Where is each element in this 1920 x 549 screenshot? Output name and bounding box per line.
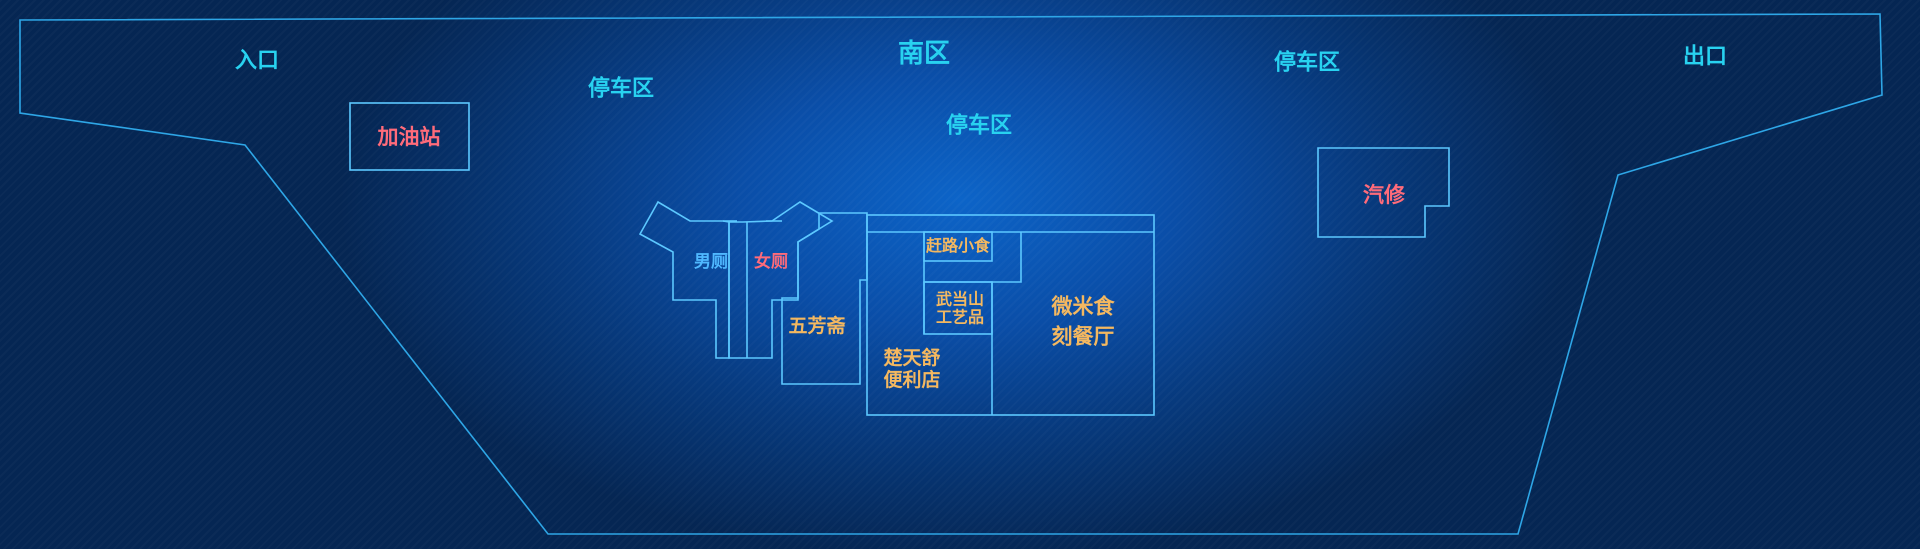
- wudang-crafts-line2: 工艺品: [935, 308, 985, 327]
- auto-repair-label[interactable]: 汽修: [1363, 183, 1405, 207]
- restaurant-label[interactable]: 微米食 刻餐厅: [1052, 292, 1115, 353]
- convenience-store-line2: 便利店: [883, 369, 941, 391]
- wudang-crafts-label[interactable]: 武当山 工艺品: [935, 289, 985, 328]
- wudang-crafts-line1: 武当山: [935, 289, 985, 309]
- wufangzhai-label[interactable]: 五芳斋: [788, 315, 845, 338]
- gas-station-label[interactable]: 加油站: [378, 125, 441, 149]
- site-boundary: [19, 13, 1883, 535]
- parking-center-label[interactable]: 停车区: [946, 113, 1012, 138]
- parking-right-label[interactable]: 停车区: [1274, 50, 1340, 75]
- south-area-label: 南区: [897, 39, 951, 70]
- entrance-label: 入口: [234, 48, 280, 74]
- restaurant-line2: 刻餐厅: [1051, 325, 1115, 349]
- map-outline-layer: [19, 13, 1883, 535]
- convenience-store-line1: 楚天舒: [883, 347, 941, 370]
- convenience-store-label[interactable]: 楚天舒 便利店: [883, 347, 941, 392]
- service-area-map: 入口 出口 南区 停车区 停车区 停车区 加油站 汽修 男厕 女厕 五芳斋 赶路…: [0, 0, 1920, 549]
- restaurant-line1: 微米食: [1051, 294, 1115, 319]
- mens-restroom-label[interactable]: 男厕: [694, 253, 728, 273]
- wufangzhai-building[interactable]: [781, 212, 868, 385]
- restroom-building[interactable]: [638, 200, 730, 359]
- exit-label: 出口: [1682, 44, 1728, 70]
- quick-snack-label[interactable]: 赶路小食: [926, 236, 990, 255]
- womens-restroom-label[interactable]: 女厕: [754, 253, 788, 273]
- parking-left-label[interactable]: 停车区: [588, 76, 654, 101]
